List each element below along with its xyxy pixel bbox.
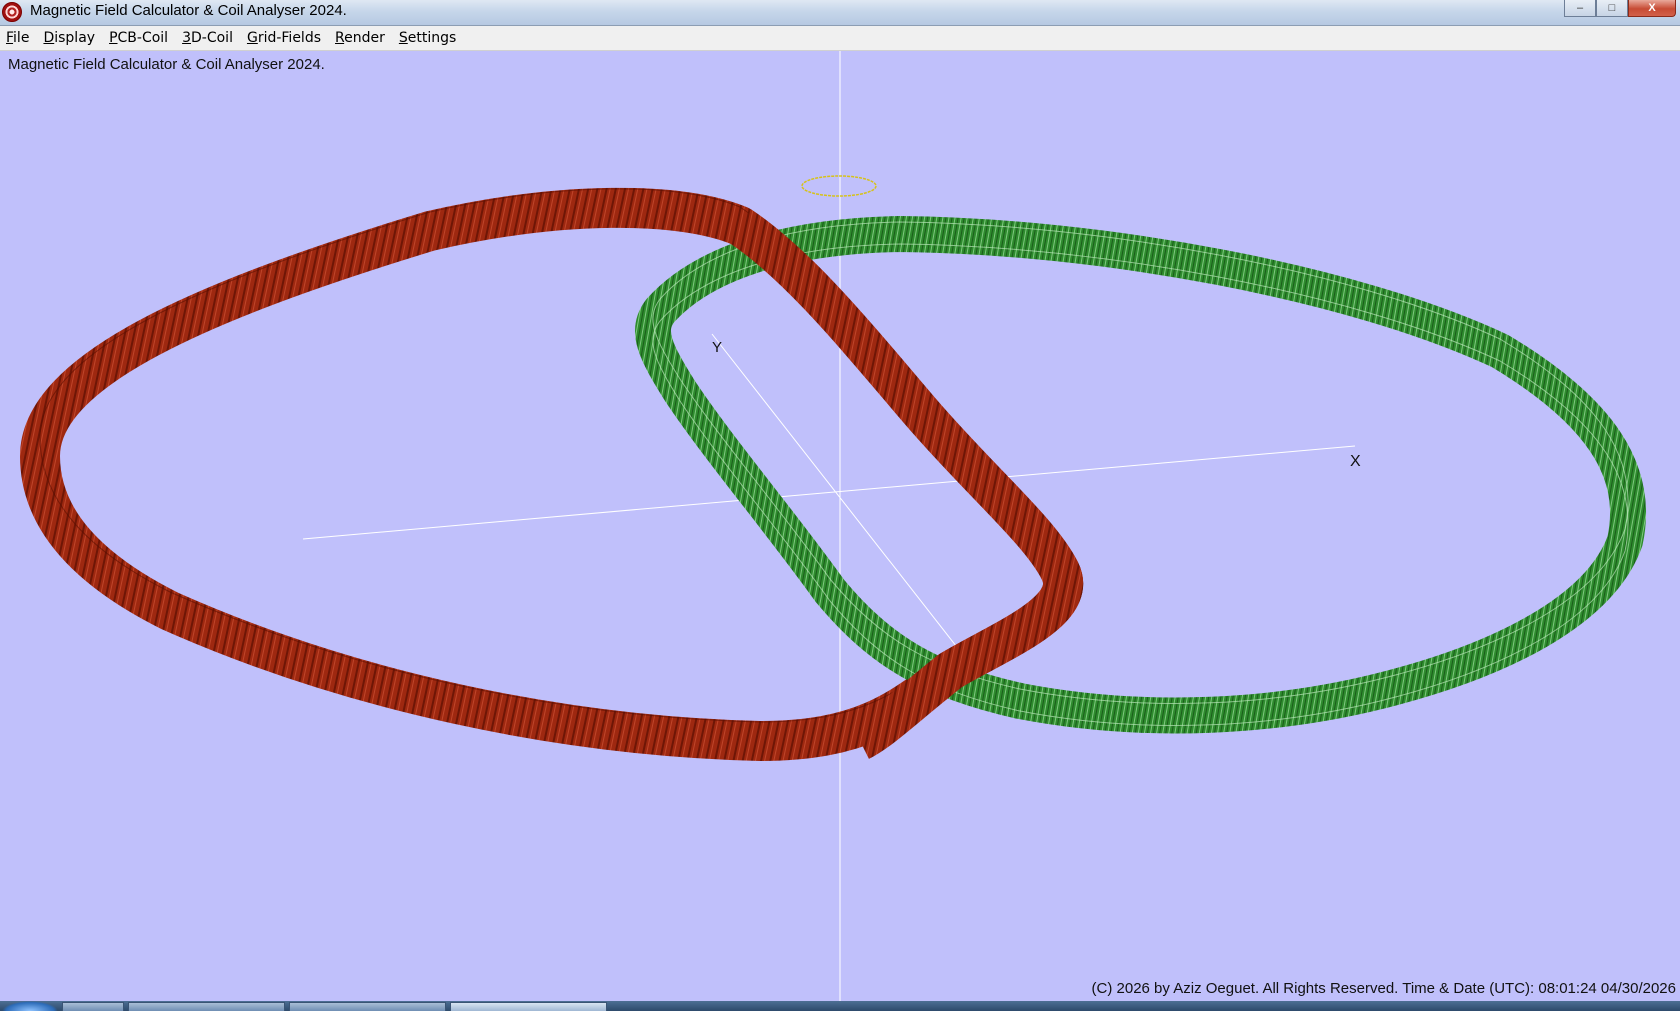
menu-grid-fields[interactable]: Grid-Fields (240, 30, 328, 46)
menu-render[interactable]: Render (328, 30, 392, 46)
title-bar: Magnetic Field Calculator & Coil Analyse… (0, 0, 1680, 26)
menu-grid-fields-accel: G (246, 30, 258, 46)
marker-ring (801, 175, 877, 197)
taskbar-button[interactable] (289, 1002, 446, 1011)
menu-settings[interactable]: Settings (392, 30, 463, 46)
copyright-footer: (C) 2026 by Aziz Oeguet. All Rights Rese… (1091, 980, 1676, 997)
menu-grid-fields-label: rid-Fields (257, 30, 322, 46)
menu-display-accel: D (43, 30, 55, 46)
menu-3d-coil[interactable]: 3D-Coil (175, 30, 240, 46)
menu-render-accel: R (335, 30, 345, 46)
window-title: Magnetic Field Calculator & Coil Analyse… (30, 2, 347, 19)
menu-display[interactable]: Display (36, 30, 102, 46)
taskbar (0, 1001, 1680, 1011)
menu-bar: File Display PCB-Coil 3D-Coil Grid-Field… (0, 26, 1680, 51)
app-icon[interactable] (2, 2, 22, 22)
maximize-button[interactable]: □ (1596, 0, 1628, 17)
minimize-button[interactable]: – (1564, 0, 1596, 17)
scene-canvas[interactable]: X Y (0, 51, 1680, 1001)
windows-orb-icon[interactable] (2, 1001, 58, 1011)
menu-file-label: ile (13, 30, 30, 46)
menu-settings-accel: S (398, 30, 408, 46)
viewport-caption: Magnetic Field Calculator & Coil Analyse… (8, 56, 325, 73)
menu-3d-coil-accel: 3 (182, 30, 191, 46)
menu-file[interactable]: File (0, 30, 36, 46)
menu-pcb-coil-label: CB-Coil (117, 30, 169, 46)
menu-settings-label: ettings (407, 30, 457, 46)
y-axis-label: Y (712, 339, 722, 356)
menu-file-accel: F (6, 30, 14, 46)
menu-pcb-coil[interactable]: PCB-Coil (102, 30, 175, 46)
window-controls: – □ X (1564, 0, 1676, 18)
taskbar-button[interactable] (128, 1002, 285, 1011)
menu-render-label: ender (344, 30, 385, 46)
taskbar-button[interactable] (62, 1002, 124, 1011)
menu-pcb-coil-accel: P (109, 30, 118, 46)
menu-3d-coil-label: D-Coil (191, 30, 233, 46)
render-viewport[interactable]: X Y Magnetic Field Calculator & Coil Ana… (0, 51, 1680, 1001)
close-button[interactable]: X (1628, 0, 1676, 17)
menu-display-label: isplay (54, 30, 96, 46)
taskbar-button-active[interactable] (450, 1002, 607, 1011)
x-axis-line (302, 445, 1356, 540)
x-axis-label: X (1350, 453, 1361, 470)
